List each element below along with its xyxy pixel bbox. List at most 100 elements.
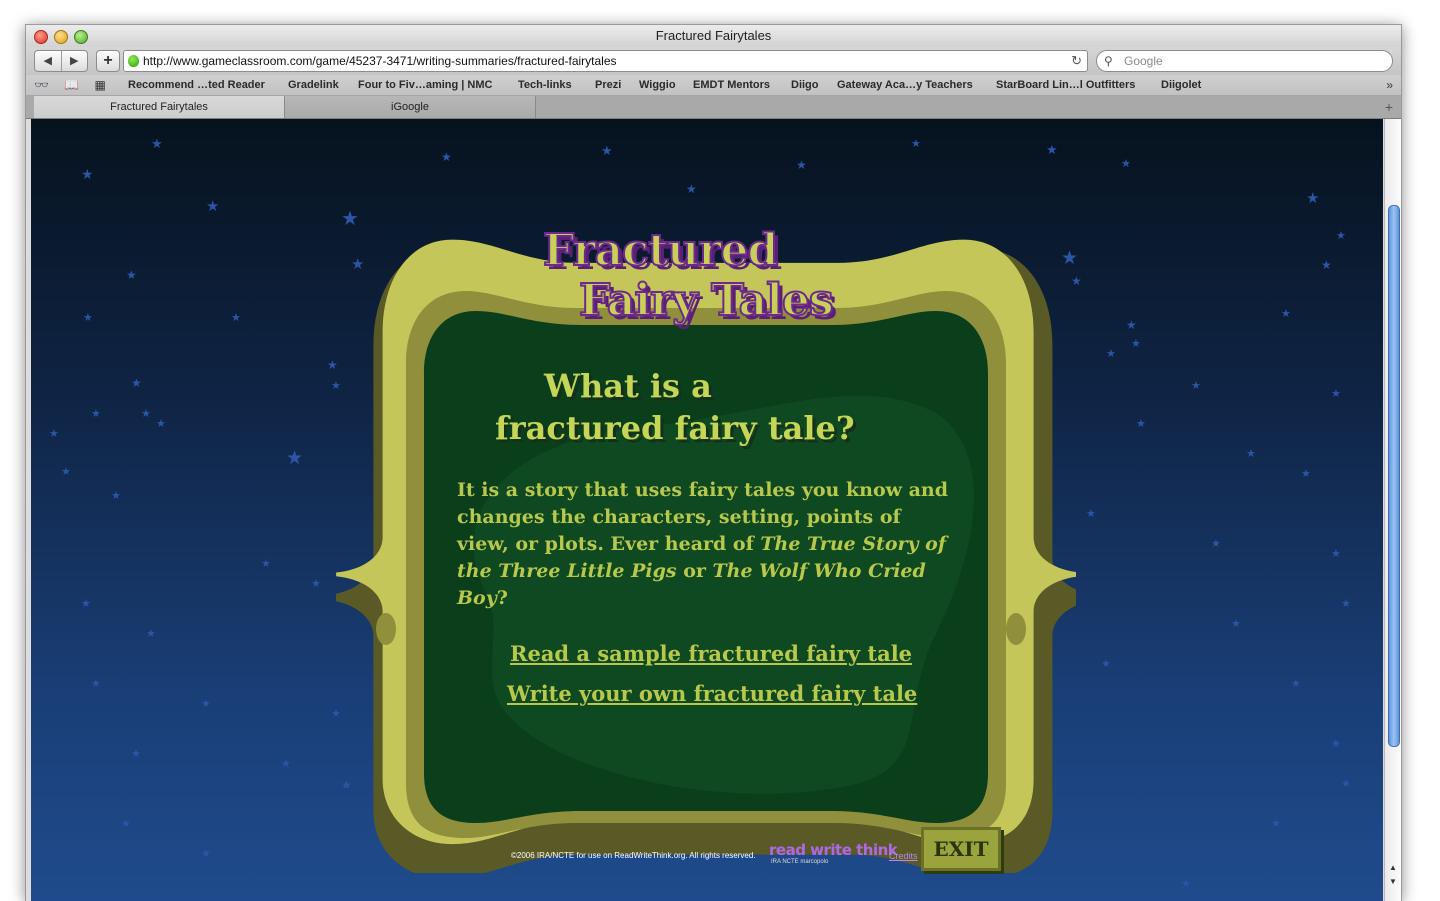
copyright-text: ©2006 IRA/NCTE for use on ReadWriteThink… xyxy=(511,851,756,860)
star-icon: ★ xyxy=(126,268,137,282)
vertical-scrollbar[interactable]: ▲ ▼ xyxy=(1384,119,1401,901)
url-text[interactable]: http://www.gameclassroom.com/game/45237-… xyxy=(143,51,617,71)
bookmark-item[interactable]: Gradelink xyxy=(288,75,339,95)
exit-button[interactable]: EXIT xyxy=(921,827,1001,871)
star-icon: ★ xyxy=(1306,190,1320,207)
scroll-down-icon[interactable]: ▼ xyxy=(1385,875,1401,889)
description-part2: or xyxy=(676,560,713,582)
star-icon: ★ xyxy=(156,418,166,430)
star-icon: ★ xyxy=(281,758,291,770)
star-icon: ★ xyxy=(1046,142,1058,157)
partner-logos: IRA NCTE marcopolo xyxy=(771,859,829,865)
star-icon: ★ xyxy=(1291,678,1301,690)
bookmarks-bar-icons[interactable]: 👓 📖 ▦ xyxy=(34,75,112,95)
tab-fractured-fairytales[interactable]: Fractured Fairytales xyxy=(34,96,285,118)
tab-bar: Fractured Fairytales iGoogle + xyxy=(26,96,1401,119)
scroll-up-icon[interactable]: ▲ xyxy=(1385,861,1401,875)
minimize-window-button[interactable] xyxy=(54,30,68,44)
bookmark-item[interactable]: Prezi xyxy=(595,75,621,95)
logo-line1: Fractured xyxy=(542,225,779,276)
star-icon: ★ xyxy=(201,698,211,710)
scrollbar-thumb[interactable] xyxy=(1388,205,1400,747)
write-own-link[interactable]: Write your own fractured fairy tale xyxy=(507,681,917,706)
logo-line2: Fairy Tales xyxy=(578,275,835,326)
star-icon: ★ xyxy=(1341,778,1351,790)
star-icon: ★ xyxy=(141,408,151,420)
star-icon: ★ xyxy=(1131,338,1141,350)
star-icon: ★ xyxy=(1336,230,1346,242)
title-bar: Fractured Fairytales xyxy=(26,25,1401,47)
star-icon: ★ xyxy=(1101,658,1111,670)
star-icon: ★ xyxy=(146,628,156,640)
new-tab-icon[interactable]: + xyxy=(1385,96,1393,118)
zoom-window-button[interactable] xyxy=(74,30,88,44)
star-icon: ★ xyxy=(1086,508,1096,520)
bookmark-item[interactable]: Diigolet xyxy=(1161,75,1201,95)
star-icon: ★ xyxy=(83,312,93,324)
tab-igoogle[interactable]: iGoogle xyxy=(285,96,536,118)
star-icon: ★ xyxy=(61,466,71,478)
search-placeholder[interactable]: Google xyxy=(1124,51,1163,71)
back-button[interactable]: ◀ xyxy=(35,51,62,71)
reload-icon[interactable]: ↻ xyxy=(1071,51,1082,71)
star-icon: ★ xyxy=(1106,348,1116,360)
star-icon: ★ xyxy=(201,848,211,860)
description-part3: ? xyxy=(496,587,508,609)
star-icon: ★ xyxy=(1331,548,1341,560)
nav-buttons: ◀ ▶ xyxy=(34,50,88,72)
star-icon: ★ xyxy=(1121,158,1131,170)
forward-button[interactable]: ▶ xyxy=(62,51,88,71)
browser-toolbar: ◀ ▶ + http://www.gameclassroom.com/game/… xyxy=(26,47,1401,75)
bookmarks-overflow-icon[interactable]: » xyxy=(1386,75,1393,95)
left-ornament xyxy=(376,613,396,645)
close-window-button[interactable] xyxy=(34,30,48,44)
add-bookmark-button[interactable]: + xyxy=(96,50,120,72)
star-icon: ★ xyxy=(1271,818,1281,830)
star-icon: ★ xyxy=(1321,258,1332,272)
bookmark-item[interactable]: Gateway Aca…y Teachers xyxy=(837,75,973,95)
star-icon: ★ xyxy=(261,558,271,570)
bookmark-item[interactable]: Recommend …ted Reader xyxy=(128,75,265,95)
bookmark-item[interactable]: Diigo xyxy=(791,75,819,95)
description-text: It is a story that uses fairy tales you … xyxy=(457,477,957,612)
star-icon: ★ xyxy=(121,818,131,830)
star-icon: ★ xyxy=(49,428,59,440)
star-icon: ★ xyxy=(131,748,141,760)
star-icon: ★ xyxy=(206,198,220,215)
star-icon: ★ xyxy=(1246,448,1256,460)
star-icon: ★ xyxy=(1331,388,1341,400)
bookmark-item[interactable]: Wiggio xyxy=(639,75,676,95)
star-icon: ★ xyxy=(231,312,241,324)
credits-link[interactable]: Credits xyxy=(889,851,918,861)
star-icon: ★ xyxy=(441,150,452,164)
search-icon: ⚲ xyxy=(1104,54,1113,68)
bookmark-item[interactable]: StarBoard Lin…l Outfitters xyxy=(996,75,1135,95)
star-icon: ★ xyxy=(81,166,94,182)
star-icon: ★ xyxy=(151,136,163,151)
star-icon: ★ xyxy=(1126,318,1137,332)
star-icon: ★ xyxy=(1341,598,1351,610)
search-field[interactable]: ⚲ Google xyxy=(1096,50,1393,72)
star-icon: ★ xyxy=(686,182,697,196)
browser-window: Fractured Fairytales ◀ ▶ + http://www.ga… xyxy=(25,24,1402,901)
star-icon: ★ xyxy=(81,598,91,610)
bookmarks-bar: 👓 📖 ▦ Recommend …ted Reader Gradelink Fo… xyxy=(26,75,1401,96)
window-title: Fractured Fairytales xyxy=(655,28,772,43)
heading-line1: What is a xyxy=(544,367,712,405)
bookmark-item[interactable]: Tech-links xyxy=(518,75,572,95)
star-icon: ★ xyxy=(796,158,807,172)
readwritethink-logo[interactable]: read write think xyxy=(769,841,898,859)
bookmark-item[interactable]: Four to Fiv…aming | NMC xyxy=(358,75,492,95)
star-icon: ★ xyxy=(1181,878,1191,890)
heading-line2: fractured fairy tale? xyxy=(495,409,855,447)
read-sample-link[interactable]: Read a sample fractured fairy tale xyxy=(510,641,912,666)
star-icon: ★ xyxy=(1136,418,1146,430)
star-icon: ★ xyxy=(286,448,304,469)
bookmark-item[interactable]: EMDT Mentors xyxy=(693,75,770,95)
star-icon: ★ xyxy=(911,138,921,150)
star-icon: ★ xyxy=(1331,738,1341,750)
address-bar[interactable]: http://www.gameclassroom.com/game/45237-… xyxy=(123,50,1088,72)
game-viewport: ★ ★ ★ ★ ★ ★ ★ ★ ★ ★ ★ ★ ★ ★ ★ ★ ★ ★ ★ ★ ★ ★ ★ ★ ★ ★ ★ ★ ★ ★ ★ ★ ★ ★ ★ ★ ★ ★ ★ ★… xyxy=(31,119,1383,901)
star-icon: ★ xyxy=(1281,308,1291,320)
star-icon: ★ xyxy=(111,490,121,502)
